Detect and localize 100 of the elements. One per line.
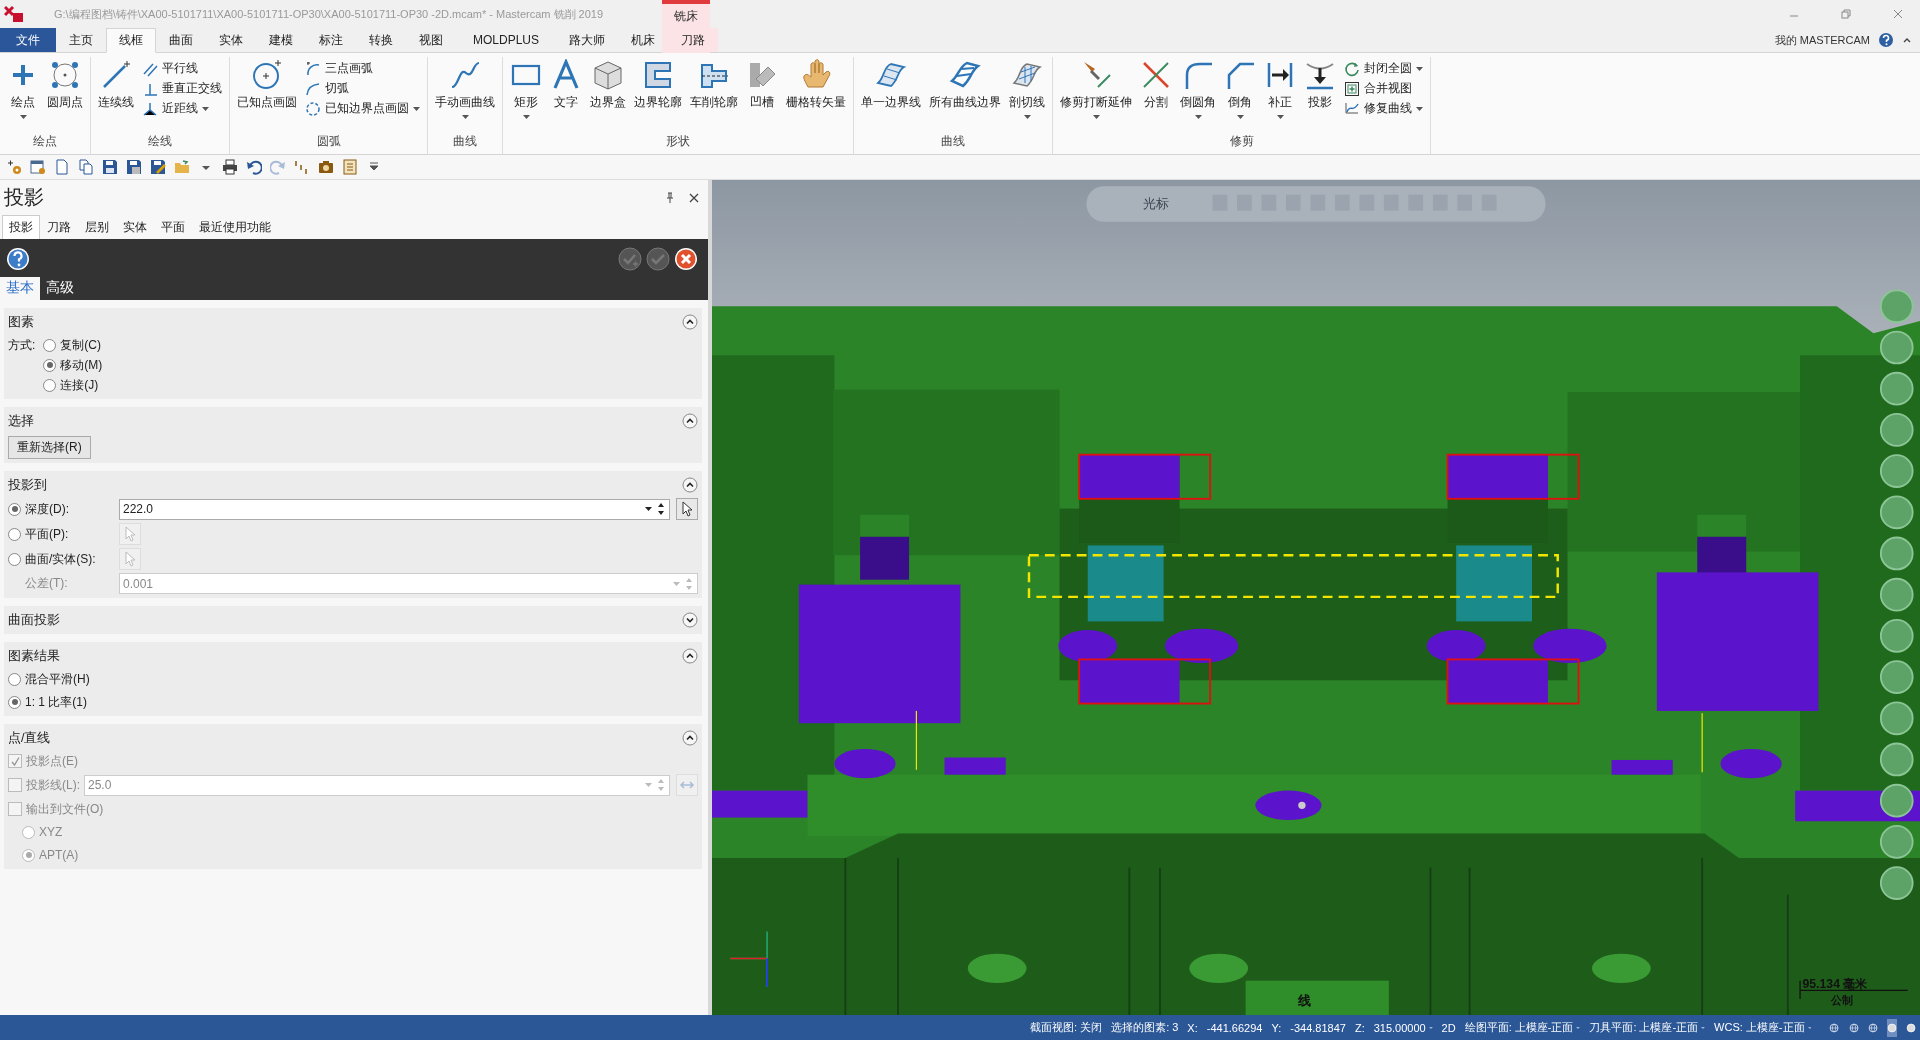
- ribbon-tab[interactable]: 转换: [356, 28, 406, 52]
- graphics-viewport[interactable]: 光标 线 95.134 毫米 公制: [712, 180, 1920, 1015]
- radio-button[interactable]: [8, 502, 21, 516]
- caret-icon[interactable]: [1701, 1025, 1706, 1030]
- numbering-icon[interactable]: [294, 159, 310, 175]
- ribbon-tab[interactable]: 标注: [306, 28, 356, 52]
- cancel-icon[interactable]: [674, 247, 698, 271]
- camera-icon[interactable]: [318, 159, 334, 175]
- view-tool-button[interactable]: [1879, 495, 1914, 530]
- ribbon-button[interactable]: 绘点: [3, 57, 43, 121]
- view-tool-button[interactable]: [1879, 619, 1914, 653]
- pick-button[interactable]: [676, 498, 698, 520]
- save-edit-icon[interactable]: [150, 159, 166, 175]
- panel-tab[interactable]: 最近使用功能: [192, 215, 278, 239]
- radio-button[interactable]: [43, 338, 57, 352]
- undo-icon[interactable]: [246, 159, 262, 175]
- ribbon-tab[interactable]: 实体: [206, 28, 256, 52]
- ribbon-button[interactable]: 凹槽: [742, 57, 782, 113]
- ribbon-button[interactable]: 垂直正交线: [138, 79, 226, 98]
- save-as-icon[interactable]: [126, 159, 142, 175]
- section-toggle-icon[interactable]: [682, 612, 698, 628]
- view-tool-button[interactable]: [1879, 577, 1914, 612]
- section-toggle-icon[interactable]: [682, 648, 698, 664]
- ribbon-button[interactable]: 已知边界点画圆: [301, 99, 424, 118]
- view-tool-button[interactable]: [1879, 742, 1914, 777]
- view-tool-button[interactable]: [1879, 454, 1914, 488]
- gear-plus-icon[interactable]: [6, 159, 22, 175]
- ribbon-button[interactable]: 剖切线: [1005, 57, 1049, 121]
- spin-arrows-icon[interactable]: [644, 501, 666, 517]
- caret-icon[interactable]: [1428, 1025, 1433, 1030]
- radio-button[interactable]: [8, 672, 21, 686]
- ribbon-button[interactable]: 车削轮廓: [686, 57, 742, 113]
- ribbon-button[interactable]: 三点画弧: [301, 59, 424, 78]
- radio-button[interactable]: [8, 695, 21, 709]
- ribbon-button[interactable]: 修剪打断延伸: [1056, 57, 1136, 121]
- save-icon[interactable]: [102, 159, 118, 175]
- ribbon-button[interactable]: 封闭全圆: [1340, 59, 1427, 78]
- ribbon-button[interactable]: 边界盒: [586, 57, 630, 113]
- ribbon-button[interactable]: 边界轮廓: [630, 57, 686, 113]
- ribbon-tab[interactable]: 机床: [618, 28, 669, 52]
- section-toggle-icon[interactable]: [682, 477, 698, 493]
- view-tool-button[interactable]: [1879, 866, 1914, 900]
- ribbon-tab[interactable]: 路大师: [556, 28, 619, 52]
- ribbon-button[interactable]: 切弧: [301, 79, 424, 98]
- ribbon-tab[interactable]: 线框: [106, 28, 156, 53]
- section-toggle-icon[interactable]: [682, 314, 698, 330]
- view-tool-button[interactable]: [1879, 825, 1914, 859]
- panel-tab[interactable]: 刀路: [40, 215, 78, 239]
- view-tool-button[interactable]: [1879, 783, 1914, 818]
- print-icon[interactable]: [222, 159, 238, 175]
- copy-file-icon[interactable]: [78, 159, 94, 175]
- radio-button[interactable]: [43, 358, 57, 372]
- folder-icon[interactable]: [174, 159, 190, 175]
- ribbon-tab[interactable]: 文件: [0, 28, 56, 52]
- caret-icon[interactable]: [1576, 1025, 1581, 1030]
- ribbon-tab[interactable]: MOLDPLUS: [456, 28, 557, 52]
- ribbon-button[interactable]: 单一边界线: [857, 57, 925, 113]
- account-link[interactable]: 我的 MASTERCAM: [1774, 32, 1870, 48]
- section-toggle-icon[interactable]: [682, 413, 698, 429]
- new-file-icon[interactable]: [54, 159, 70, 175]
- radio-button[interactable]: [8, 552, 21, 566]
- ribbon-button[interactable]: 平行线: [138, 59, 226, 78]
- ribbon-button[interactable]: 连续线: [94, 57, 138, 113]
- ribbon-button[interactable]: 合并视图: [1340, 79, 1427, 98]
- help-icon[interactable]: [6, 247, 30, 271]
- close-icon[interactable]: [688, 191, 700, 204]
- redo-icon[interactable]: [270, 159, 286, 175]
- apply-icon[interactable]: [618, 247, 642, 271]
- ribbon-button[interactable]: 倒角: [1220, 57, 1260, 121]
- help-icon[interactable]: [1878, 32, 1894, 48]
- ribbon-tab[interactable]: 曲面: [156, 28, 206, 52]
- view-tool-button[interactable]: [1879, 371, 1914, 406]
- ribbon-tab[interactable]: 主页: [56, 28, 106, 52]
- ribbon-button[interactable]: 修复曲线: [1340, 99, 1427, 118]
- document-icon[interactable]: [342, 159, 358, 175]
- pin-icon[interactable]: [664, 191, 676, 204]
- radio-button[interactable]: [43, 378, 57, 392]
- ribbon-button[interactable]: 分割: [1136, 57, 1176, 113]
- ribbon-button[interactable]: 手动画曲线: [431, 57, 499, 121]
- ribbon-button[interactable]: 补正: [1260, 57, 1300, 121]
- radio-button[interactable]: [8, 527, 21, 541]
- view-tool-button[interactable]: [1879, 536, 1914, 571]
- view-tool-button[interactable]: [1879, 701, 1914, 736]
- panel-subtab[interactable]: 高级: [40, 277, 80, 300]
- ribbon-button[interactable]: 矩形: [506, 57, 546, 121]
- panel-tab[interactable]: 层别: [78, 215, 116, 239]
- ribbon-button[interactable]: 圆周点: [43, 57, 87, 113]
- window-gear-icon[interactable]: [30, 159, 46, 175]
- view-tool-button[interactable]: [1879, 660, 1914, 694]
- ribbon-button[interactable]: 栅格转矢量: [782, 57, 850, 113]
- ribbon-tab[interactable]: 视图: [406, 28, 456, 52]
- cursor-mode-label[interactable]: 光标: [1142, 196, 1169, 212]
- ribbon-button[interactable]: 投影: [1300, 57, 1340, 113]
- panel-tab[interactable]: 实体: [116, 215, 154, 239]
- number-field[interactable]: 222.0: [119, 498, 670, 520]
- view-tool-button[interactable]: [1879, 413, 1914, 447]
- ribbon-button[interactable]: 所有曲线边界: [925, 57, 1005, 113]
- reselect-button[interactable]: 重新选择(R): [8, 436, 91, 459]
- section-toggle-icon[interactable]: [682, 730, 698, 746]
- ribbon-button[interactable]: 倒圆角: [1176, 57, 1220, 121]
